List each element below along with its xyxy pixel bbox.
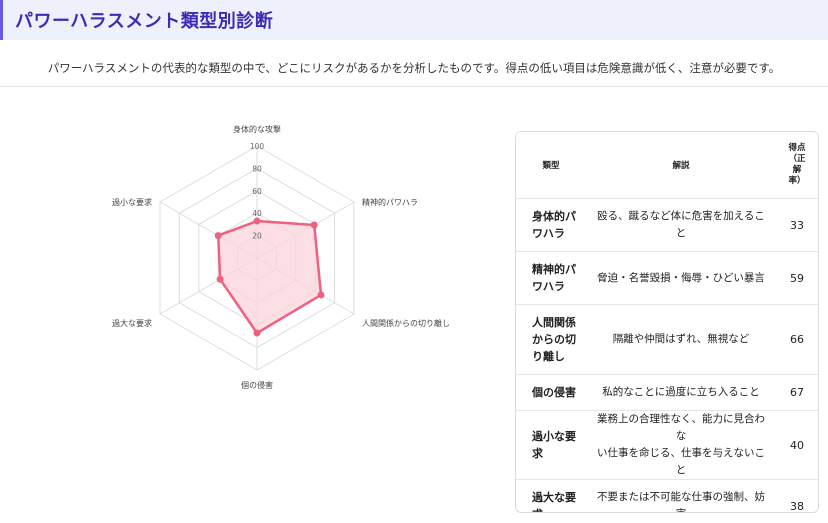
cell-category-line: 求 — [532, 506, 580, 512]
cell-category-line: ワハラ — [532, 227, 565, 240]
cell-category-line: 人間関係 — [532, 316, 576, 329]
table-row: 個の侵害 私的なことに過度に立ち入ること 67 — [516, 374, 818, 411]
cell-explanation-line: 業務上の合理性なく、能力に見合わな — [597, 413, 765, 442]
data-point — [214, 232, 222, 240]
axis-label: 身体的な攻撃 — [233, 124, 281, 134]
axis-label: 人間関係からの切り離し — [362, 318, 450, 328]
tick-label: 20 — [252, 232, 262, 241]
table-row: 人間関係からの切り離し 隔離や仲間はずれ、無視など 66 — [516, 304, 818, 375]
cell-score: 67 — [776, 374, 818, 411]
cell-explanation-line: 私的なことに過度に立ち入ること — [602, 386, 760, 398]
data-point — [253, 217, 261, 225]
cell-explanation: 殴る、蹴るなど体に危害を加えること — [586, 198, 776, 252]
page-header: パワーハラスメント類型別診断 — [0, 0, 828, 40]
header-category: 類型 — [516, 132, 586, 199]
axis-label: 過小な要求 — [112, 197, 152, 207]
cell-category: 身体的パ ワハラ — [516, 198, 586, 252]
cell-explanation-line: 不要または不可能な仕事の強制、妨害 — [597, 491, 765, 512]
cell-score: 38 — [790, 499, 804, 513]
header-explanation: 解説 — [586, 132, 776, 199]
cell-category: 過小な要求 — [516, 410, 586, 480]
cell-category: 人間関係からの切り離し — [516, 304, 586, 375]
cell-explanation-line: い仕事を命じる、仕事を与えないこと — [597, 447, 765, 476]
cell-score: 66 — [776, 304, 818, 375]
header-score-line: 解 — [792, 165, 802, 175]
cell-category-line: 過大な要 — [532, 491, 576, 505]
tick-label: 100 — [250, 142, 265, 151]
cell-explanation-line: 脅迫・名誉毀損・侮辱・ひどい暴言 — [597, 271, 765, 284]
score-table: 類型 解説 得点 （正 解 率） 身体的パ ワハラ 殴る、蹴るなど体に危害を加えるこ… — [516, 132, 818, 513]
cell-category-line: 個の侵害 — [532, 386, 576, 399]
cell-category: 過大な要求 — [516, 480, 586, 512]
cell-category-line: 求 — [532, 447, 543, 460]
axis-label: 過大な要求 — [112, 318, 152, 328]
radar-chart: 20 40 60 80 100 身体的な攻撃精神的パワハラ人間関係からの切り離し個の侵害 過… — [112, 124, 450, 390]
data-point — [253, 329, 261, 337]
header-score-line: 得点 — [788, 143, 806, 153]
cell-explanation: 業務上の合理性なく、能力に見合わな い仕事を命じる、仕事を与えないこと — [586, 410, 776, 480]
header-score: 得点 （正 解 率） — [776, 132, 818, 199]
tick-label: 40 — [252, 209, 262, 218]
cell-score: 33 — [776, 198, 818, 252]
cell-explanation-line: 隔離や仲間はずれ、無視など — [612, 333, 750, 345]
data-point — [317, 291, 325, 299]
score-table-card: 類型 解説 得点 （正 解 率） 身体的パ ワハラ 殴る、蹴るなど体に危害を加えるこ… — [515, 131, 819, 513]
cell-category-line: からの切 — [532, 333, 576, 346]
cell-explanation: 私的なことに過度に立ち入ること — [586, 374, 776, 411]
cell-category-line: 過小な要 — [532, 430, 576, 443]
table-row: 身体的パ ワハラ 殴る、蹴るなど体に危害を加えること 33 — [516, 198, 818, 252]
cell-score: 40 — [776, 410, 818, 480]
cell-score: 59 — [776, 251, 818, 305]
cell-explanation-line: 殴る、蹴るなど体に危害を加えること — [597, 210, 765, 239]
cell-category: 精神的パ ワハラ — [516, 251, 586, 305]
tick-label: 60 — [252, 187, 262, 196]
cell-explanation: 脅迫・名誉毀損・侮辱・ひどい暴言 — [586, 251, 776, 305]
page-title: パワーハラスメント類型別診断 — [15, 11, 274, 32]
cell-explanation: 隔離や仲間はずれ、無視など — [586, 304, 776, 375]
table-header-row: 類型 解説 得点 （正 解 率） — [516, 132, 818, 199]
cell-category-line: 精神的パ — [532, 263, 576, 276]
description-text: パワーハラスメントの代表的な類型の中で、どこにリスクがあるかを分析したものです。… — [47, 61, 781, 75]
table-row: 過大な要求不要または不可能な仕事の強制、妨害38 — [516, 480, 818, 513]
cell-explanation: 不要または不可能な仕事の強制、妨害 — [586, 480, 776, 512]
cell-category-line: ワハラ — [532, 280, 565, 293]
table-row: 精神的パ ワハラ 脅迫・名誉毀損・侮辱・ひどい暴言 59 — [516, 251, 818, 305]
data-point — [216, 275, 224, 283]
cell-category-line: り離し — [532, 350, 565, 363]
tick-label: 80 — [252, 164, 262, 173]
table-row: 過小な要求業務上の合理性なく、能力に見合わな い仕事を命じる、仕事を与えないこと 4… — [516, 410, 818, 480]
data-point — [310, 221, 318, 229]
axis-label: 精神的パワハラ — [362, 197, 418, 207]
cell-category: 個の侵害 — [516, 374, 586, 411]
header-score-line: （正 — [788, 154, 806, 164]
series-area — [216, 219, 323, 335]
header-score-line: 率） — [788, 176, 806, 186]
axis-label: 個の侵害 — [241, 380, 273, 390]
description-panel: パワーハラスメントの代表的な類型の中で、どこにリスクがあるかを分析したものです。… — [0, 48, 828, 87]
cell-category-line: 身体的パ — [532, 210, 576, 223]
